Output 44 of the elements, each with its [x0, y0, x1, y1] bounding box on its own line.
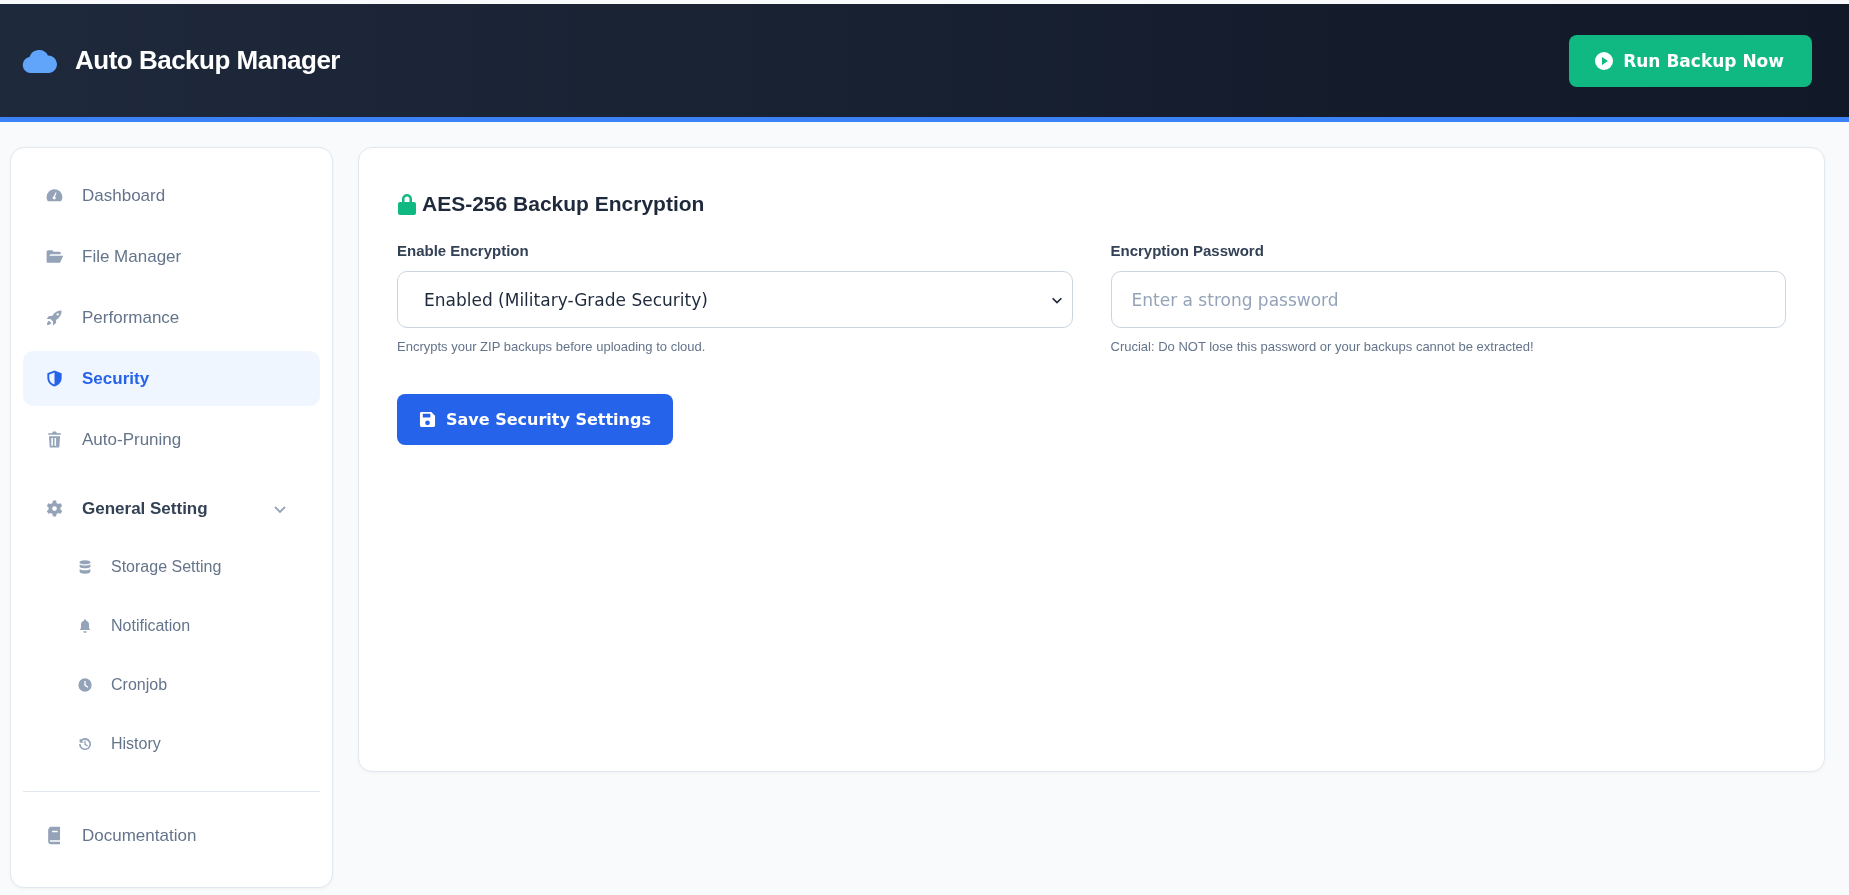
sidebar-item[interactable]: Security: [23, 351, 320, 406]
shield-icon: [45, 369, 64, 388]
sidebar-subitem-label: Storage Setting: [111, 558, 222, 576]
play-icon: [1595, 51, 1614, 70]
sidebar-item-label: Dashboard: [82, 185, 167, 206]
sidebar-item[interactable]: Documentation: [23, 808, 320, 863]
history-icon: [77, 736, 93, 752]
trash-icon: [45, 430, 64, 449]
sidebar-item[interactable]: File Manager: [23, 229, 320, 284]
folder-icon: [45, 247, 64, 266]
field-label: Encryption Password: [1110, 242, 1265, 259]
sidebar-item-label: Performance: [82, 307, 181, 328]
sidebar-subitem[interactable]: History: [23, 719, 320, 769]
field-hint: Crucial: Do NOT lose this password or your backups cannot be extracted!: [1110, 339, 1535, 354]
cloud-icon: [22, 48, 58, 73]
gear-icon: [45, 499, 64, 518]
sidebar-subitem-label: Cronjob: [111, 676, 168, 694]
sidebar-item-label: Documentation: [82, 825, 198, 846]
sidebar-item-label: Security: [82, 368, 151, 389]
sidebar-subitem-label: Notification: [111, 617, 191, 635]
sidebar-subitem-label: History: [111, 735, 161, 753]
clock-icon: [77, 677, 93, 693]
sidebar-subitem[interactable]: Storage Setting: [23, 542, 320, 592]
sidebar-item-label: Auto-Pruning: [82, 429, 183, 450]
sidebar-item[interactable]: General Setting: [23, 481, 320, 536]
sidebar-item-label: General Setting: [82, 498, 209, 519]
encryption-select[interactable]: Enabled (Military-Grade Security): [397, 271, 1073, 328]
rocket-icon: [45, 308, 64, 327]
sidebar-subitem[interactable]: Notification: [23, 601, 320, 651]
password-field[interactable]: Enter a strong password: [1110, 271, 1786, 328]
sidebar-item[interactable]: Performance: [23, 290, 320, 345]
lock-icon: [397, 193, 417, 215]
bell-icon: [77, 618, 93, 634]
sidebar-item-label: File Manager: [82, 246, 183, 267]
run-backup-button[interactable]: Run Backup Now: [1569, 34, 1812, 87]
sidebar-subitem[interactable]: Cronjob: [23, 660, 320, 710]
app-title: Auto Backup Manager: [75, 45, 340, 76]
panel-title: AES-256 Backup Encryption: [422, 192, 705, 216]
database-icon: [77, 559, 93, 575]
field-hint: Encrypts your ZIP backups before uploading to cloud.: [397, 339, 707, 354]
field-label: Enable Encryption: [397, 242, 530, 259]
sidebar-item[interactable]: Dashboard: [23, 168, 320, 223]
sidebar-item[interactable]: Auto-Pruning: [23, 412, 320, 467]
save-button[interactable]: Save Security Settings: [397, 394, 673, 445]
